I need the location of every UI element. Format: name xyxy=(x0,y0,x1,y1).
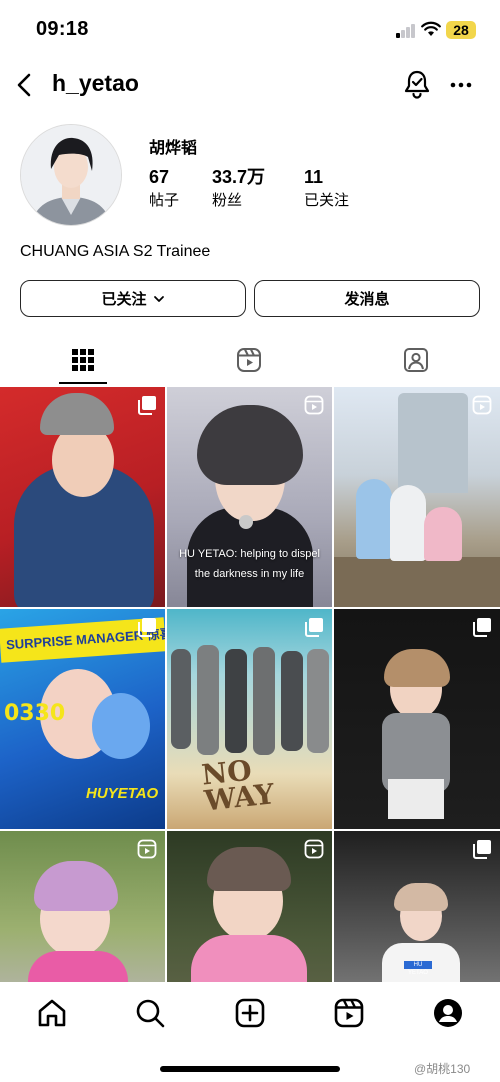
carousel-icon xyxy=(138,396,156,415)
tab-reels[interactable] xyxy=(166,336,332,384)
nav-reels[interactable] xyxy=(332,996,366,1030)
profile-icon xyxy=(434,999,462,1027)
following-button-label: 已关注 xyxy=(101,291,147,308)
post-art-text-no-way: NO WAY xyxy=(200,754,276,818)
carousel-icon xyxy=(305,618,323,637)
nav-create[interactable] xyxy=(233,996,267,1030)
carousel-icon xyxy=(138,618,156,637)
back-arrow-icon[interactable] xyxy=(12,70,38,100)
posts-grid: HU YETAO: helping to dispel the darkness… xyxy=(0,387,500,982)
carousel-icon xyxy=(473,840,491,859)
message-button-label: 发消息 xyxy=(344,291,390,308)
following-count: 11 xyxy=(304,167,324,187)
following-stat[interactable]: 11 已关注 xyxy=(304,166,349,212)
post-tile[interactable] xyxy=(334,387,500,607)
posts-label: 帖子 xyxy=(149,192,180,209)
post-art-text-way: WAY xyxy=(202,777,276,818)
following-label: 已关注 xyxy=(304,192,350,209)
status-time: 09:18 xyxy=(36,18,89,40)
display-name: 胡烨韬 xyxy=(149,140,198,157)
more-options-icon[interactable] xyxy=(446,70,476,100)
profile-tabs xyxy=(0,336,500,384)
nav-home[interactable] xyxy=(35,996,69,1030)
active-tab-indicator xyxy=(59,382,107,384)
following-button[interactable]: 已关注 xyxy=(20,280,246,317)
nav-profile[interactable] xyxy=(431,996,465,1030)
post-tile[interactable]: HU YETAO: helping to dispel the darkness… xyxy=(167,387,332,607)
post-tile[interactable]: HU YETAO xyxy=(334,831,500,982)
reel-caption-line-2: the darkness in my life xyxy=(194,568,305,580)
followers-stat[interactable]: 33.7万 粉丝 xyxy=(212,166,265,212)
watermark: @胡桃130 xyxy=(414,1062,471,1076)
posts-count: 67 xyxy=(149,167,170,187)
status-bar: 09:18 28 xyxy=(0,0,500,60)
tab-tagged[interactable] xyxy=(333,336,499,384)
carousel-icon xyxy=(473,618,491,637)
post-tile[interactable] xyxy=(167,831,332,982)
post-art-text-name: HUYETAO xyxy=(86,785,159,802)
post-art-text-hu-yetao: HU YETAO xyxy=(404,961,432,976)
profile-header: h_yetao xyxy=(0,60,500,110)
notification-bell-icon[interactable] xyxy=(402,68,432,100)
post-art-text-date: 0330 xyxy=(4,701,66,726)
message-button[interactable]: 发消息 xyxy=(254,280,480,317)
post-tile[interactable] xyxy=(0,387,165,607)
battery-indicator: 28 xyxy=(446,21,476,39)
tagged-person-icon xyxy=(404,348,428,372)
avatar-photo xyxy=(21,125,121,225)
home-icon xyxy=(38,999,66,1027)
profile-bio: CHUANG ASIA S2 Trainee xyxy=(20,243,211,260)
followers-label: 粉丝 xyxy=(212,192,243,209)
followers-count: 33.7万 xyxy=(212,167,266,187)
post-tile[interactable]: SURPRISE MANAGER 惊喜店长 0330 HUYETAO xyxy=(0,609,165,829)
post-tile[interactable] xyxy=(334,609,500,829)
reel-icon xyxy=(304,839,324,859)
create-icon xyxy=(235,998,265,1028)
grid-icon xyxy=(72,349,94,371)
search-icon xyxy=(136,999,165,1028)
cellular-signal-icon xyxy=(396,24,416,38)
nav-search[interactable] xyxy=(133,996,167,1030)
reels-icon xyxy=(334,998,364,1028)
home-indicator xyxy=(160,1066,340,1072)
reel-icon xyxy=(472,395,492,415)
post-tile[interactable] xyxy=(0,831,165,982)
chevron-down-icon xyxy=(153,295,164,302)
posts-stat[interactable]: 67 帖子 xyxy=(149,166,179,212)
reels-icon xyxy=(237,348,261,372)
post-tile[interactable]: NO WAY xyxy=(167,609,332,829)
reel-icon xyxy=(137,839,157,859)
username-title: h_yetao xyxy=(52,70,139,96)
reel-caption-line-1: HU YETAO: helping to dispel xyxy=(179,548,320,560)
profile-avatar[interactable] xyxy=(20,124,122,226)
tab-posts-grid[interactable] xyxy=(0,336,166,384)
reel-icon xyxy=(304,395,324,415)
wifi-icon xyxy=(421,21,441,36)
